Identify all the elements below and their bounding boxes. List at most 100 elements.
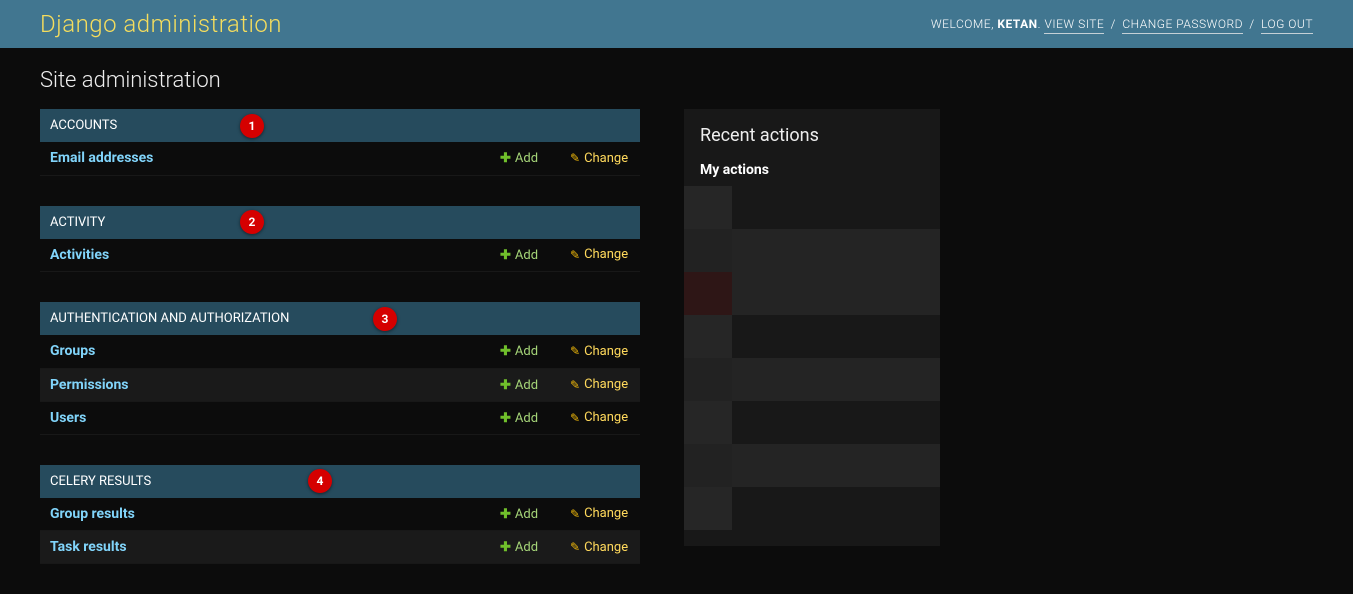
recent-action-item[interactable] (684, 272, 940, 315)
plus-icon: ✚ (500, 378, 511, 393)
annotation-badge: 1 (240, 114, 264, 138)
change-label: Change (584, 377, 628, 392)
plus-icon: ✚ (500, 540, 511, 555)
change-link[interactable]: ✎ Change (570, 151, 628, 166)
recent-action-item[interactable] (684, 315, 940, 358)
plus-icon: ✚ (500, 248, 511, 263)
annotation-badge: 2 (240, 210, 264, 234)
content-area: Site administration ACCOUNTS 1 Email addre… (0, 48, 1353, 594)
add-link[interactable]: ✚ Add (500, 344, 538, 359)
admin-header: Django administration WELCOME, KETAN. VI… (0, 0, 1353, 48)
model-row: Permissions ✚ Add ✎ Change (40, 368, 640, 401)
app-name-link[interactable]: CELERY RESULTS (50, 474, 151, 489)
app-name-link[interactable]: AUTHENTICATION AND AUTHORIZATION (50, 311, 289, 326)
page-title: Site administration (40, 68, 1313, 93)
sidebar-column: Recent actions My actions (684, 109, 940, 594)
recent-action-item[interactable] (684, 487, 940, 530)
app-module: CELERY RESULTS4Group results✚Add✎ChangeT… (40, 465, 640, 565)
add-link[interactable]: ✚ Add (500, 151, 538, 166)
change-label: Change (584, 506, 628, 521)
add-label: Add (515, 248, 538, 263)
add-label: Add (515, 411, 538, 426)
app-header[interactable]: ACCOUNTS 1 (40, 109, 640, 142)
add-label: Add (515, 507, 538, 522)
change-link[interactable]: ✎ Change (570, 540, 628, 555)
add-link[interactable]: ✚ Add (500, 378, 538, 393)
user-tools: WELCOME, KETAN. VIEW SITE / CHANGE PASSW… (931, 17, 1313, 31)
change-link[interactable]: ✎ Change (570, 247, 628, 262)
recent-action-item[interactable] (684, 444, 940, 487)
add-label: Add (515, 151, 538, 166)
welcome-text: WELCOME, (931, 17, 994, 31)
model-row: Email addresses ✚ Add ✎ Change (40, 142, 640, 175)
change-label: Change (584, 344, 628, 359)
model-link[interactable]: Email addresses (50, 150, 153, 166)
change-password-link[interactable]: CHANGE PASSWORD (1122, 17, 1243, 34)
app-header[interactable]: CELERY RESULTS 4 (40, 465, 640, 498)
change-link[interactable]: ✎Change (570, 344, 628, 359)
main-column: ACCOUNTS1Email addresses✚Add✎ChangeACTIV… (40, 109, 640, 594)
add-link[interactable]: ✚ Add (500, 248, 538, 263)
plus-icon: ✚ (500, 344, 511, 359)
add-label: Add (515, 344, 538, 359)
app-header[interactable]: AUTHENTICATION AND AUTHORIZATION 3 (40, 302, 640, 335)
model-row: Group results ✚ Add ✎Change (40, 498, 640, 531)
model-table: Activities ✚ Add ✎ Change (40, 239, 640, 273)
model-row: Activities ✚ Add ✎ Change (40, 239, 640, 272)
app-module: ACTIVITY 2 Activities ✚ Add ✎ Change (40, 206, 640, 273)
change-link[interactable]: ✎ Change (570, 410, 628, 425)
plus-icon: ✚ (500, 151, 511, 166)
app-name-link[interactable]: ACTIVITY (50, 215, 105, 230)
recent-action-item[interactable] (684, 358, 940, 401)
add-label: Add (515, 540, 538, 555)
model-table: Email addresses ✚ Add ✎ Change (40, 142, 640, 176)
change-label: Change (584, 247, 628, 262)
recent-actions-module: Recent actions My actions (684, 109, 940, 546)
change-label: Change (584, 410, 628, 425)
app-module: ACCOUNTS 1 Email addresses ✚ Add ✎ Change (40, 109, 640, 176)
app-header[interactable]: ACTIVITY 2 (40, 206, 640, 239)
change-label: Change (584, 540, 628, 555)
recent-actions-list (684, 186, 940, 530)
add-link[interactable]: ✚ Add (500, 540, 538, 555)
model-table: Groups✚Add✎ChangePermissions✚Add✎ChangeU… (40, 335, 640, 435)
pencil-icon: ✎ (570, 411, 580, 425)
model-link[interactable]: Users (50, 410, 86, 426)
view-site-link[interactable]: VIEW SITE (1044, 17, 1104, 34)
recent-action-item[interactable] (684, 401, 940, 444)
username: KETAN (997, 17, 1037, 31)
pencil-icon: ✎ (570, 540, 580, 554)
separator: / (1249, 17, 1254, 31)
model-link[interactable]: Permissions (50, 377, 128, 393)
model-link[interactable]: Groups (50, 343, 95, 359)
logout-link[interactable]: LOG OUT (1261, 17, 1313, 34)
change-link[interactable]: ✎ Change (570, 377, 628, 392)
app-name-link[interactable]: ACCOUNTS (50, 118, 117, 133)
model-row: Users ✚ Add ✎ Change (40, 401, 640, 434)
add-link[interactable]: ✚ Add (500, 507, 538, 522)
annotation-badge: 3 (373, 307, 397, 331)
add-link[interactable]: ✚ Add (500, 411, 538, 426)
model-table: Group results✚Add✎ChangeTask results✚Add… (40, 498, 640, 565)
recent-actions-title: Recent actions (684, 125, 940, 146)
model-row: Groups ✚ Add ✎Change (40, 335, 640, 368)
annotation-badge: 4 (308, 469, 332, 493)
model-link[interactable]: Task results (50, 539, 127, 555)
change-label: Change (584, 151, 628, 166)
model-row: Task results ✚ Add ✎ Change (40, 531, 640, 564)
my-actions-heading: My actions (684, 162, 940, 178)
plus-icon: ✚ (500, 411, 511, 426)
site-title[interactable]: Django administration (40, 10, 282, 38)
model-link[interactable]: Group results (50, 506, 135, 522)
app-module: AUTHENTICATION AND AUTHORIZATION 3 Groups ✚… (40, 302, 640, 435)
add-label: Add (515, 378, 538, 393)
pencil-icon: ✎ (570, 248, 580, 262)
separator: / (1111, 17, 1116, 31)
change-link[interactable]: ✎Change (570, 506, 628, 521)
pencil-icon: ✎ (570, 378, 580, 392)
pencil-icon: ✎ (570, 151, 580, 165)
recent-action-item[interactable] (684, 186, 940, 229)
recent-action-item[interactable] (684, 229, 940, 272)
plus-icon: ✚ (500, 507, 511, 522)
model-link[interactable]: Activities (50, 247, 109, 263)
